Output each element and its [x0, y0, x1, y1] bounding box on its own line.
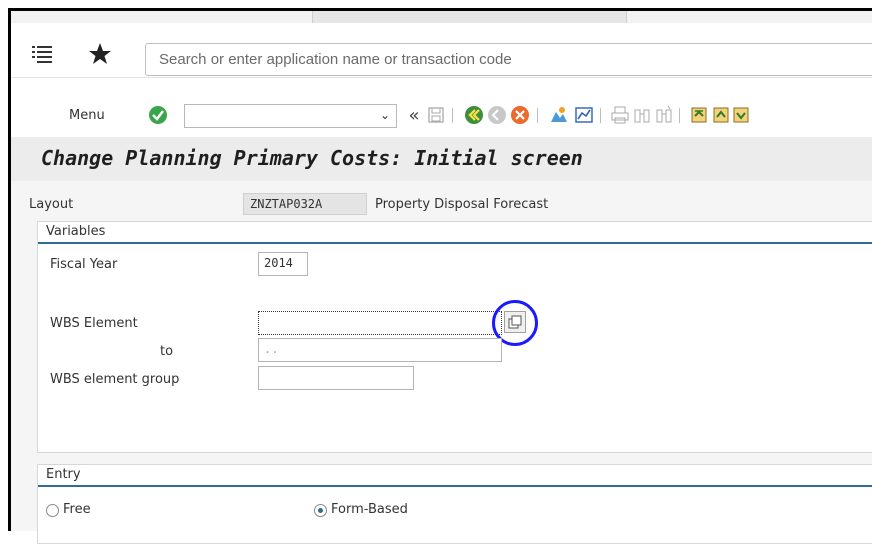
- toolbar-separator: [537, 108, 538, 123]
- menu-list-icon[interactable]: [29, 41, 55, 67]
- search-input[interactable]: [146, 44, 872, 75]
- wbs-element-to-input[interactable]: ..: [258, 338, 502, 362]
- entry-title-text: Entry: [46, 467, 81, 482]
- command-field[interactable]: ⌄: [184, 104, 397, 128]
- search-box[interactable]: [145, 43, 872, 76]
- browser-tab[interactable]: [312, 11, 627, 23]
- enter-check-icon[interactable]: [148, 105, 168, 125]
- toolbar-separator: [600, 108, 601, 123]
- multiple-selection-button[interactable]: [504, 311, 526, 333]
- find-icon[interactable]: [632, 105, 652, 125]
- find-next-icon[interactable]: [654, 105, 674, 125]
- wbs-group-input[interactable]: [258, 366, 414, 390]
- wbs-element-input[interactable]: [258, 311, 502, 335]
- radio-form-based-label: Form-Based: [331, 502, 408, 517]
- chart-icon[interactable]: [574, 105, 594, 125]
- entry-group-title: Entry: [38, 465, 872, 487]
- dropdown-chevron-icon[interactable]: ⌄: [380, 108, 390, 122]
- radio-free-label: Free: [63, 502, 91, 517]
- wbs-group-label: WBS element group: [50, 372, 180, 387]
- layout-icon[interactable]: [549, 105, 569, 125]
- next-page-icon[interactable]: [731, 105, 751, 125]
- variables-title-text: Variables: [46, 224, 106, 239]
- exit-icon[interactable]: [487, 105, 507, 125]
- toolbar-separator: [452, 108, 453, 123]
- fiscal-year-input[interactable]: 2014: [258, 252, 308, 276]
- previous-page-icon[interactable]: [711, 105, 731, 125]
- layout-description: Property Disposal Forecast: [375, 197, 549, 212]
- fiscal-year-label: Fiscal Year: [50, 257, 118, 272]
- selection-screen: Layout ZNZTAP032A Property Disposal Fore…: [11, 181, 872, 544]
- cancel-icon[interactable]: [510, 105, 530, 125]
- layout-field: ZNZTAP032A: [243, 193, 367, 215]
- shell-bar: [11, 23, 872, 78]
- menu-button[interactable]: Menu: [69, 108, 105, 123]
- first-page-icon[interactable]: [689, 105, 709, 125]
- application-toolbar: Menu ⌄ «: [11, 93, 872, 137]
- variables-group: Variables Fiscal Year 2014 WBS Element t…: [37, 221, 872, 453]
- sap-window: Menu ⌄ «: [8, 8, 872, 544]
- layout-label: Layout: [29, 197, 74, 212]
- radio-free[interactable]: [46, 504, 59, 517]
- toolbar-separator: [679, 108, 680, 123]
- wbs-element-label: WBS Element: [50, 316, 138, 331]
- variables-group-title: Variables: [38, 222, 872, 244]
- back-icon[interactable]: [464, 105, 484, 125]
- double-left-icon[interactable]: «: [404, 105, 424, 126]
- entry-group: Entry Free Form-Based: [37, 464, 872, 544]
- page-title: Change Planning Primary Costs: Initial s…: [41, 146, 583, 170]
- radio-form-based[interactable]: [314, 504, 327, 517]
- favorites-star-icon[interactable]: [87, 41, 113, 67]
- save-icon[interactable]: [426, 105, 446, 125]
- print-icon[interactable]: [610, 105, 630, 125]
- multiple-selection-icon: [508, 315, 522, 329]
- to-label: to: [160, 344, 174, 359]
- title-bar: Change Planning Primary Costs: Initial s…: [11, 137, 872, 182]
